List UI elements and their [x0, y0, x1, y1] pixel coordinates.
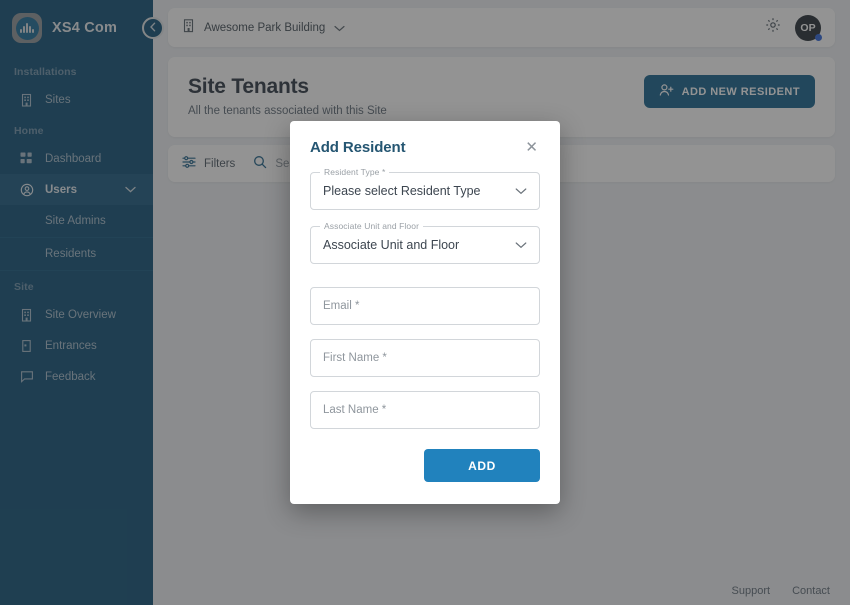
last-name-placeholder: Last Name *: [323, 404, 387, 416]
associate-unit-floor-legend: Associate Unit and Floor: [320, 221, 423, 231]
add-resident-dialog: Add Resident ✕ Resident Type * Please se…: [290, 121, 560, 504]
associate-unit-floor-select[interactable]: Associate Unit and Floor Associate Unit …: [310, 221, 540, 264]
last-name-field[interactable]: Last Name *: [310, 391, 540, 429]
email-placeholder: Email *: [323, 300, 360, 312]
resident-type-select[interactable]: Resident Type * Please select Resident T…: [310, 167, 540, 210]
first-name-placeholder: First Name *: [323, 352, 387, 364]
chevron-down-icon[interactable]: [515, 236, 527, 254]
resident-type-legend: Resident Type *: [320, 167, 390, 177]
dialog-title: Add Resident: [310, 139, 406, 156]
email-field[interactable]: Email *: [310, 287, 540, 325]
dialog-header: Add Resident ✕: [310, 139, 540, 156]
dialog-actions: ADD: [310, 449, 540, 482]
chevron-down-icon[interactable]: [515, 182, 527, 200]
app-root: XS4 Com Installations Sites Home: [0, 0, 850, 605]
close-icon[interactable]: ✕: [523, 139, 540, 156]
resident-type-value: Please select Resident Type: [323, 184, 481, 198]
associate-unit-floor-value: Associate Unit and Floor: [323, 238, 460, 252]
add-button[interactable]: ADD: [424, 449, 540, 482]
first-name-field[interactable]: First Name *: [310, 339, 540, 377]
